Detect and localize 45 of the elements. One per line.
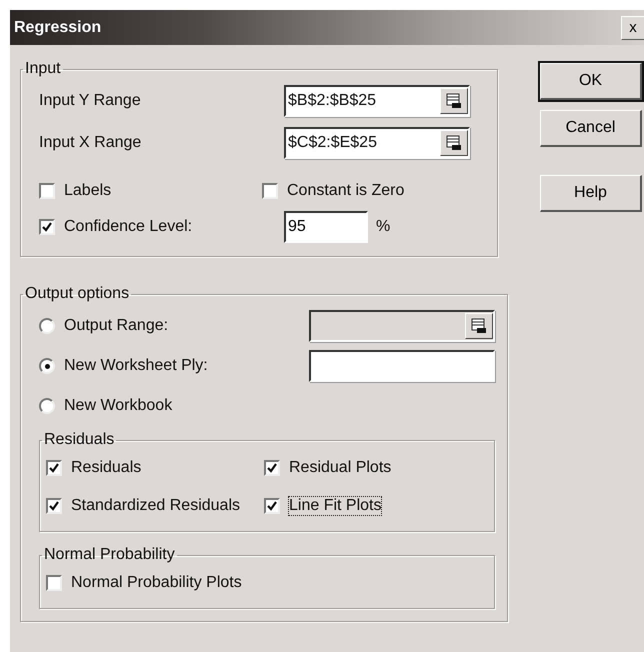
radio-label[interactable]: New Workbook [64, 397, 309, 415]
field-value: $B$2:$B$25 [288, 92, 376, 110]
close-button[interactable]: x [621, 16, 644, 40]
checkbox-label[interactable]: Standardized Residuals [71, 497, 240, 515]
checkbox-label[interactable]: Constant is Zero [287, 182, 404, 200]
window-title: Regression [14, 18, 102, 36]
checkbox[interactable] [264, 498, 280, 514]
text-field[interactable] [309, 350, 495, 382]
radio-label[interactable]: Output Range: [64, 317, 309, 335]
checkbox[interactable] [46, 575, 62, 591]
range-picker-button[interactable] [440, 130, 468, 156]
field-label: Input X Range [39, 134, 142, 152]
dialog-button[interactable]: Help [540, 175, 642, 212]
radio-button[interactable] [39, 398, 55, 414]
field-label: Input Y Range [39, 92, 142, 110]
dialog-button[interactable]: Cancel [540, 110, 642, 147]
group-label: Input [24, 60, 62, 78]
radio-button[interactable] [39, 318, 55, 334]
radio-button[interactable] [39, 358, 55, 374]
checkbox-label[interactable]: Residuals [71, 459, 142, 477]
checkbox-label[interactable]: Residual Plots [289, 459, 392, 477]
checkbox[interactable] [46, 498, 62, 514]
checkbox-label[interactable]: Labels [64, 182, 112, 200]
group-label: Normal Probability [43, 546, 176, 564]
group-label: Residuals [43, 431, 116, 449]
group-label: Output options [24, 285, 130, 303]
confidence-field[interactable]: 95 [284, 211, 368, 243]
unit-label: % [376, 218, 390, 236]
checkbox-label[interactable]: Normal Probability Plots [71, 574, 242, 592]
checkbox[interactable] [39, 219, 55, 235]
radio-label[interactable]: New Worksheet Ply: [64, 357, 309, 375]
range-picker-button[interactable] [440, 88, 468, 114]
field-value: $C$2:$E$25 [288, 134, 377, 152]
grid-icon [446, 135, 462, 151]
range-field[interactable]: $B$2:$B$25 [284, 85, 470, 117]
checkbox-label[interactable]: Line Fit Plots [289, 497, 382, 515]
checkbox-label[interactable]: Confidence Level: [64, 218, 284, 236]
checkbox[interactable] [46, 460, 62, 476]
grid-icon [446, 93, 462, 109]
checkbox[interactable] [39, 183, 55, 199]
dialog-button[interactable]: OK [540, 63, 642, 100]
grid-icon [471, 318, 487, 334]
range-field[interactable]: $C$2:$E$25 [284, 127, 470, 159]
checkbox[interactable] [264, 460, 280, 476]
checkbox[interactable] [262, 183, 278, 199]
